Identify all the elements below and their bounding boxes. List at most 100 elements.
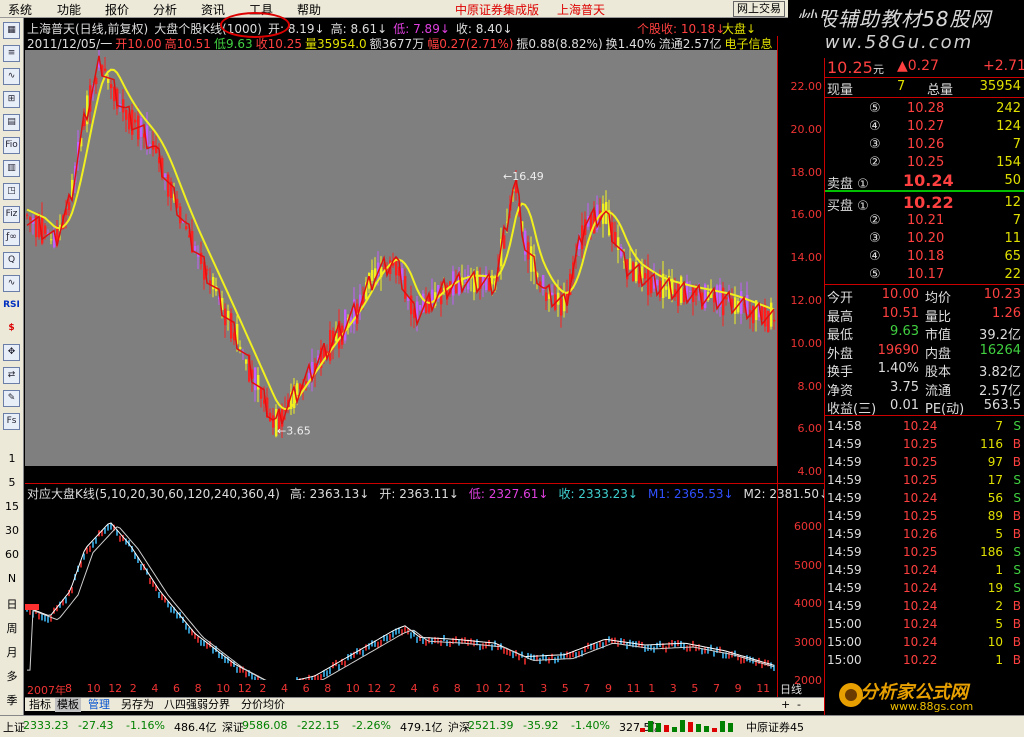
tick-time: 15:00 [827, 617, 862, 631]
stat-row: 收益(三) 0.01 PE(动) 563.5 [825, 397, 1024, 417]
tab-price-average[interactable]: 分价均价 [239, 698, 287, 712]
period-8[interactable]: 月 [0, 644, 24, 660]
lower-info-part-3: 低: 2327.61↓ [468, 487, 549, 501]
candle-body [134, 119, 137, 123]
period-5[interactable]: N [0, 572, 24, 585]
period-9[interactable]: 多 [0, 668, 24, 684]
toolbar-button-9[interactable]: ƒ∞ [3, 229, 20, 246]
toolbar-button-8[interactable]: Fiz [3, 206, 20, 223]
tab-manage[interactable]: 管理 [86, 698, 112, 712]
tick-price: 10.24 [903, 599, 938, 613]
toolbar-button-13[interactable]: $ [3, 321, 20, 338]
time-label: 12 [367, 682, 382, 695]
toolbar-button-1[interactable]: ≡ [3, 45, 20, 62]
period-10[interactable]: 季 [0, 692, 24, 708]
time-label: 2007年 [27, 684, 66, 697]
stat-row: 换手 1.40% 股本 3.82亿 [825, 360, 1024, 380]
total-volume: 35954 [979, 79, 1021, 94]
toolbar-button-0[interactable]: ▦ [3, 22, 20, 39]
tick-time: 14:59 [827, 563, 862, 577]
tab-template[interactable]: 模板 [55, 698, 81, 712]
menu-function[interactable]: 功能 [57, 1, 81, 18]
toolbar-button-15[interactable]: ⇄ [3, 367, 20, 384]
panel-divider[interactable] [25, 483, 824, 484]
tick-row: 14:59 10.25 116 B [825, 436, 1024, 454]
stat-value: 10.23 [983, 287, 1021, 302]
menu-quote[interactable]: 报价 [105, 1, 129, 18]
sells-level-row: ⑤ 10.28 242 [825, 100, 1024, 118]
tick-price: 10.26 [903, 527, 938, 541]
sells-level-row: 卖盘 ① 10.24 50 [825, 171, 1024, 192]
toolbar-button-3[interactable]: ⊞ [3, 91, 20, 108]
toolbar-button-4[interactable]: ▤ [3, 114, 20, 131]
tick-time: 14:59 [827, 437, 862, 451]
sells-level-volume: 242 [996, 101, 1021, 116]
toolbar-button-2[interactable]: ∿ [3, 68, 20, 85]
toolbar-button-7[interactable]: ◳ [3, 183, 20, 200]
price-tick: 8.00 [797, 379, 823, 393]
buys-level-row: 买盘 ① 10.22 12 [825, 193, 1024, 214]
toolbar-button-16[interactable]: ✎ [3, 390, 20, 407]
time-label: 10 [216, 682, 231, 695]
period-4[interactable]: 60 [0, 548, 24, 561]
period-7[interactable]: 周 [0, 620, 24, 636]
stat-value: 563.5 [983, 398, 1021, 413]
stat-row: 外盘 19690 内盘 16264 [825, 342, 1024, 362]
tick-row: 14:58 10.24 7 S [825, 418, 1024, 436]
price-tick: 4.00 [797, 465, 823, 479]
lower-info-part-2: 开: 2363.11↓ [379, 487, 459, 501]
candle-body [140, 118, 143, 137]
menu-info[interactable]: 资讯 [201, 1, 225, 18]
line2-part-11: 电子信息 [724, 37, 773, 51]
tick-row: 14:59 10.24 56 S [825, 490, 1024, 508]
sells-level-volume: 124 [996, 119, 1021, 134]
tab-save-as[interactable]: 另存为 [119, 698, 156, 712]
candle-body [227, 310, 230, 319]
period-2[interactable]: 15 [0, 500, 24, 513]
period-6[interactable]: 日 [0, 596, 24, 612]
period-1[interactable]: 5 [0, 476, 24, 489]
tab-plus[interactable]: + [779, 698, 792, 712]
chart-area[interactable]: 上海普天(日线,前复权) 大盘个股K线(1000) 开: 8.19↓ 高: 8.61↓… [25, 12, 829, 704]
market-bars-icon [640, 720, 736, 732]
tab-strength-divide[interactable]: 八四强弱分界 [162, 698, 232, 712]
tab-minus[interactable]: - [795, 698, 803, 712]
menu-help[interactable]: 帮助 [297, 1, 321, 18]
tick-volume: 116 [980, 437, 1003, 451]
status-item: 2333.23 [23, 719, 69, 732]
toolbar-button-5[interactable]: Fio [3, 137, 20, 154]
kline-panel[interactable]: ←16.49 ←3.65 [25, 47, 777, 466]
tab-indicator[interactable]: 指标 [27, 698, 53, 712]
candle-body [551, 292, 554, 296]
time-label: 2 [389, 682, 396, 695]
candle-body [503, 235, 506, 249]
toolbar-button-17[interactable]: Fs [3, 413, 20, 430]
banner-title: 炒股辅助教材58股网 [796, 7, 992, 31]
menu-analysis[interactable]: 分析 [153, 1, 177, 18]
price-tick: 14.00 [790, 251, 823, 265]
stat-row: 最低 9.63 市值 39.2亿 [825, 323, 1024, 343]
time-label: 11 [756, 682, 771, 695]
toolbar-button-11[interactable]: ∿ [3, 275, 20, 292]
menu-system[interactable]: 系统 [8, 1, 32, 18]
tick-time: 14:59 [827, 599, 862, 613]
time-label: 6 [173, 682, 180, 695]
status-bar: 上证 2333.23 -27.43 -1.16% 486.4亿 深证 9586.08 -222… [0, 715, 1024, 737]
line2-part-7: 幅0.27(2.71%) [427, 37, 514, 51]
toolbar-button-10[interactable]: Q [3, 252, 20, 269]
period-3[interactable]: 30 [0, 524, 24, 537]
toolbar-button-12[interactable]: RSI [3, 298, 20, 315]
period-0[interactable]: 1 [0, 452, 24, 465]
tick-side: B [1012, 599, 1021, 613]
toolbar-button-6[interactable]: ▥ [3, 160, 20, 177]
toolbar-button-14[interactable]: ✥ [3, 344, 20, 361]
candle-body [254, 367, 257, 391]
candle-body [677, 283, 680, 306]
tick-price: 10.24 [903, 617, 938, 631]
tick-side: B [1012, 653, 1021, 667]
status-item: 深证 [222, 721, 244, 734]
candle-body [644, 273, 647, 279]
stat-value: 0.01 [890, 398, 919, 413]
online-trade-button[interactable]: 网上交易 [733, 1, 785, 17]
status-item: -27.43 [78, 719, 114, 732]
